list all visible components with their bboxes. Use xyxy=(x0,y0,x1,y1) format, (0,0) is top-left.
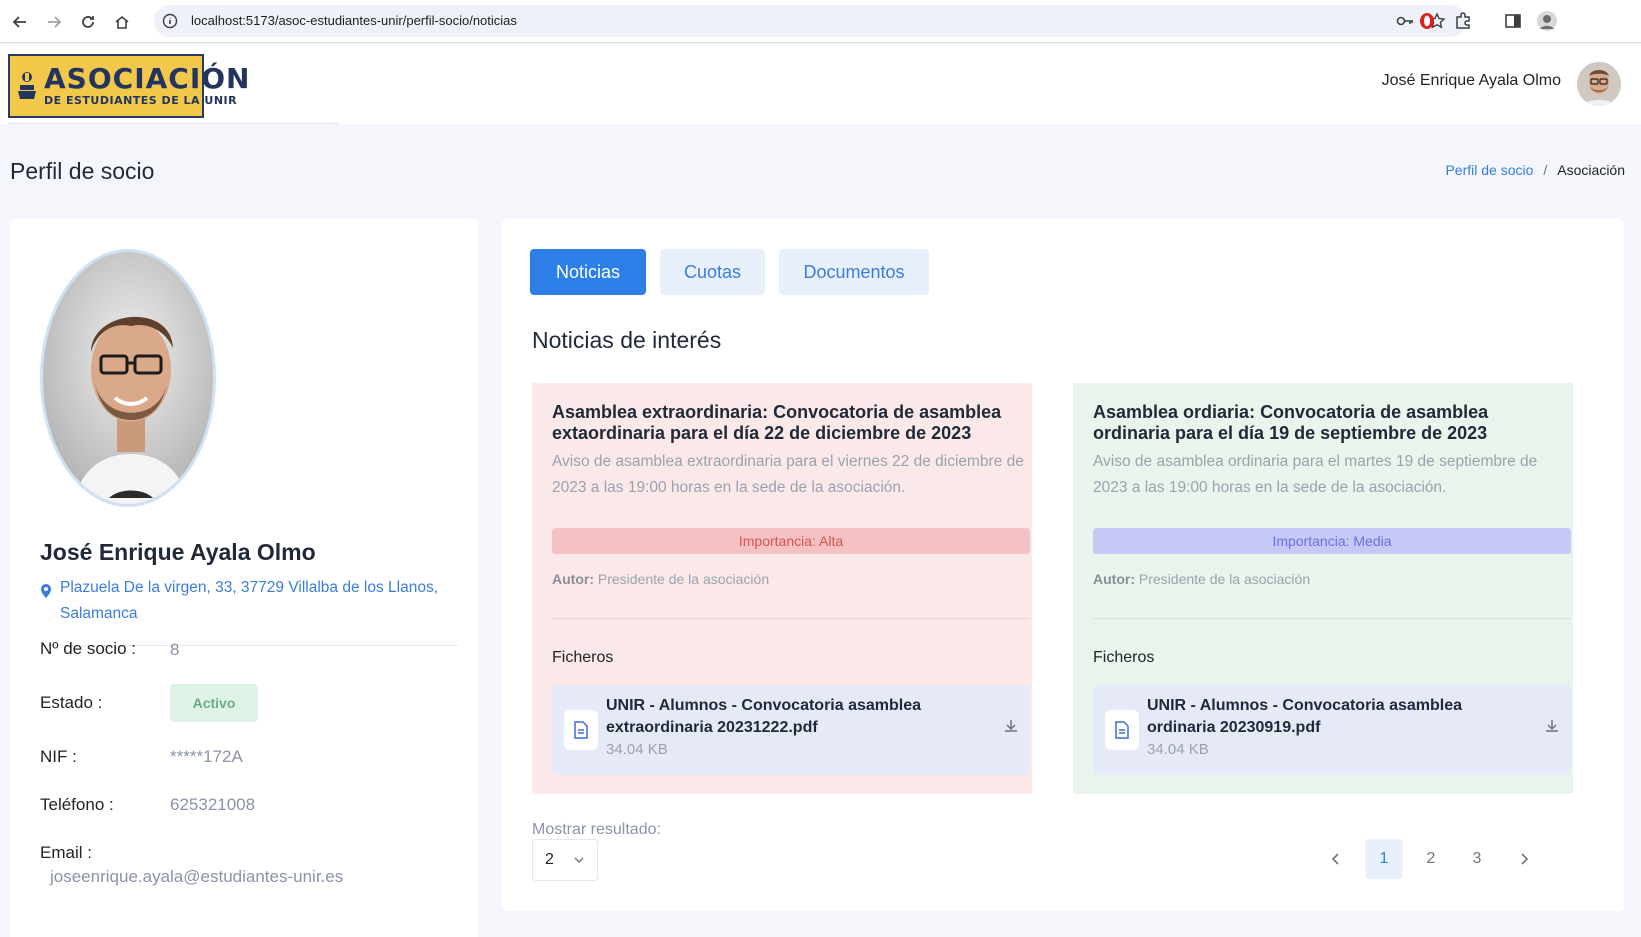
association-logo[interactable]: ASOCIACIÓN DE ESTUDIANTES DE LA UNIR xyxy=(8,54,249,118)
user-avatar[interactable] xyxy=(1577,62,1621,106)
news-divider xyxy=(552,618,1030,619)
profile-photo xyxy=(40,249,216,507)
telefono-value: 625321008 xyxy=(170,795,256,814)
app-header: ASOCIACIÓN DE ESTUDIANTES DE LA UNIR Jos… xyxy=(0,44,1641,124)
news-card-extraordinaria: Asamblea extraordinaria: Convocatoria de… xyxy=(532,383,1032,794)
header-divider xyxy=(8,123,338,124)
importance-badge: Importancia: Media xyxy=(1093,528,1571,554)
files-label: Ficheros xyxy=(1093,649,1155,666)
news-description: Aviso de asamblea ordinaria para el mart… xyxy=(1093,453,1538,496)
pagination-page-2[interactable]: 2 xyxy=(1412,839,1450,879)
url-text[interactable]: localhost:5173/asoc-estudiantes-unir/per… xyxy=(191,13,517,28)
map-pin-icon xyxy=(40,575,60,627)
author-label: Autor: xyxy=(552,571,594,587)
pagination-next-icon[interactable] xyxy=(1505,839,1543,879)
extensions-puzzle-icon[interactable] xyxy=(1452,10,1474,32)
file-attachment[interactable]: UNIR - Alumnos - Convocatoria asamblea o… xyxy=(1093,685,1571,775)
logo-title: ASOCIACIÓN xyxy=(44,62,251,95)
file-attachment[interactable]: UNIR - Alumnos - Convocatoria asamblea e… xyxy=(552,685,1030,775)
news-author: Autor: Presidente de la asociación xyxy=(552,571,769,587)
telefono-label: Teléfono : xyxy=(40,795,114,814)
status-badge: Activo xyxy=(170,684,258,722)
news-description: Aviso de asamblea extraordinaria para el… xyxy=(552,453,1024,496)
tab-noticias[interactable]: Noticias xyxy=(530,249,646,295)
file-name[interactable]: UNIR - Alumnos - Convocatoria asamblea e… xyxy=(606,695,986,739)
reload-icon[interactable] xyxy=(76,10,100,34)
back-arrow-icon[interactable] xyxy=(8,10,32,34)
download-icon[interactable] xyxy=(1004,719,1018,738)
pagination-page-1[interactable]: 1 xyxy=(1365,839,1403,879)
section-title: Noticias de interés xyxy=(532,327,722,353)
page-size-value: 2 xyxy=(545,851,554,868)
breadcrumb-link-perfil[interactable]: Perfil de socio xyxy=(1445,162,1533,178)
profile-address-text[interactable]: Plazuela De la virgen, 33, 37729 Villalb… xyxy=(60,575,460,627)
author-name: Presidente de la asociación xyxy=(597,571,770,587)
estado-label: Estado : xyxy=(40,693,103,712)
download-icon[interactable] xyxy=(1545,719,1559,738)
page-size-select[interactable]: 2 xyxy=(532,839,598,881)
students-logo-icon xyxy=(16,66,38,106)
header-user-name[interactable]: José Enrique Ayala Olmo xyxy=(1382,72,1561,90)
side-panel-icon[interactable] xyxy=(1502,10,1524,32)
document-icon xyxy=(564,710,598,750)
page-title: Perfil de socio xyxy=(10,158,155,184)
forward-arrow-icon[interactable] xyxy=(42,10,66,34)
tab-documentos[interactable]: Documentos xyxy=(779,249,929,295)
files-label: Ficheros xyxy=(552,649,614,666)
file-size: 34.04 KB xyxy=(606,741,668,758)
breadcrumb: Perfil de socio / Asociación xyxy=(1445,162,1625,178)
news-author: Autor: Presidente de la asociación xyxy=(1093,571,1310,587)
email-label: Email : xyxy=(40,843,92,862)
breadcrumb-current: Asociación xyxy=(1557,162,1625,178)
address-bar[interactable]: localhost:5173/asoc-estudiantes-unir/per… xyxy=(154,5,1466,37)
news-title: Asamblea ordiaria: Convocatoria de asamb… xyxy=(1093,402,1489,443)
document-icon xyxy=(1105,710,1139,750)
news-title: Asamblea extraordinaria: Convocatoria de… xyxy=(552,402,1002,443)
socio-number-label: Nº de socio : xyxy=(40,639,136,658)
news-card-ordinaria: Asamblea ordiaria: Convocatoria de asamb… xyxy=(1073,383,1573,794)
news-divider xyxy=(1093,618,1571,619)
password-key-icon[interactable] xyxy=(1396,13,1414,34)
browser-profile-icon[interactable] xyxy=(1536,10,1558,32)
home-icon[interactable] xyxy=(110,10,134,34)
news-content-card: Noticias Cuotas Documentos Noticias de i… xyxy=(502,219,1624,911)
importance-badge: Importancia: Alta xyxy=(552,528,1030,554)
nif-label: NIF : xyxy=(40,747,77,766)
breadcrumb-separator: / xyxy=(1543,162,1548,178)
pagination-prev-icon[interactable] xyxy=(1317,839,1355,879)
file-name[interactable]: UNIR - Alumnos - Convocatoria asamblea o… xyxy=(1147,695,1527,739)
tab-cuotas[interactable]: Cuotas xyxy=(660,249,765,295)
profile-name: José Enrique Ayala Olmo xyxy=(40,539,316,565)
chevron-down-icon xyxy=(573,853,585,871)
profile-address: Plazuela De la virgen, 33, 37729 Villalb… xyxy=(40,575,460,627)
opera-extension-icon[interactable] xyxy=(1416,10,1438,32)
logo-subtitle: DE ESTUDIANTES DE LA UNIR xyxy=(44,94,238,107)
file-size: 34.04 KB xyxy=(1147,741,1209,758)
site-info-icon[interactable] xyxy=(162,13,178,34)
socio-number-value: 8 xyxy=(170,640,180,659)
author-name: Presidente de la asociación xyxy=(1138,571,1311,587)
browser-toolbar: localhost:5173/asoc-estudiantes-unir/per… xyxy=(0,0,1641,43)
email-value: joseenrique.ayala@estudiantes-unir.es xyxy=(50,867,344,886)
author-label: Autor: xyxy=(1093,571,1135,587)
profile-card: José Enrique Ayala Olmo Plazuela De la v… xyxy=(10,219,478,937)
pagination-page-3[interactable]: 3 xyxy=(1458,839,1496,879)
nif-value: *****172A xyxy=(170,747,243,766)
show-results-label: Mostrar resultado: xyxy=(532,821,661,838)
